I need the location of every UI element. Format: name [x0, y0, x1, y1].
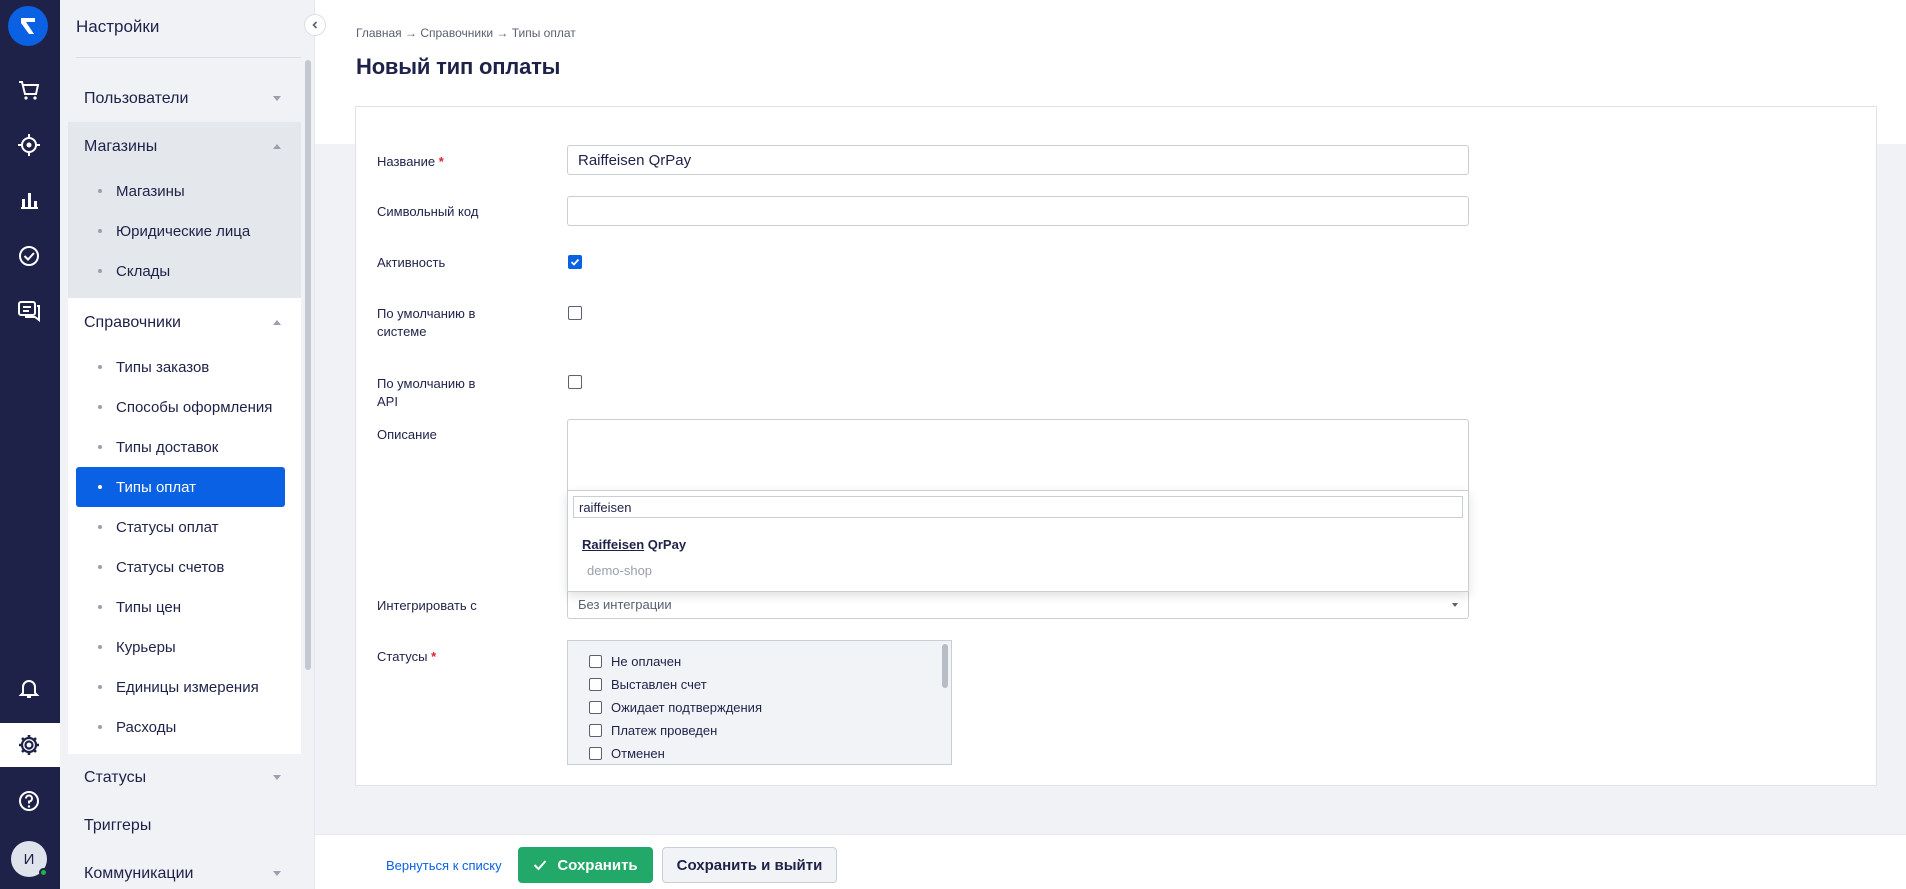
section-communications[interactable]: Коммуникации: [76, 850, 301, 889]
help-icon[interactable]: [12, 784, 46, 818]
code-field[interactable]: [567, 196, 1469, 226]
settings-sidebar: Настройки Пользователи Магазины Магазины…: [60, 0, 315, 889]
default-api-label: По умолчанию в API: [377, 376, 476, 409]
integrate-label: Интегрировать с: [377, 598, 477, 613]
integrate-select[interactable]: Без интеграции: [567, 589, 1469, 619]
sidebar-item-units[interactable]: Единицы измерения: [76, 667, 285, 707]
divider: [76, 57, 301, 58]
status-option[interactable]: Отменен: [589, 743, 665, 763]
active-label: Активность: [377, 255, 446, 270]
sidebar-item-expenses[interactable]: Расходы: [76, 707, 285, 747]
chevron-down-icon: [273, 96, 281, 101]
status-option[interactable]: Платеж проведен: [589, 720, 717, 740]
statuses-scrollbar[interactable]: [942, 644, 948, 688]
sidebar-item-couriers[interactable]: Курьеры: [76, 627, 285, 667]
name-field[interactable]: [567, 145, 1469, 175]
sidebar-item-price-types[interactable]: Типы цен: [76, 587, 285, 627]
sidebar-item-checkout-methods[interactable]: Способы оформления: [76, 387, 285, 427]
dropdown-group-label: demo-shop: [587, 563, 653, 578]
online-status-dot: [39, 868, 48, 877]
default-system-label: По умолчанию в системе: [377, 306, 476, 339]
form-card: Название * Символьный код Активность По …: [355, 106, 1877, 786]
name-label: Название *: [377, 154, 444, 169]
section-label: Коммуникации: [84, 865, 194, 882]
chevron-up-icon: [273, 144, 281, 149]
section-label: Статусы: [84, 769, 147, 786]
tasks-icon[interactable]: [12, 239, 46, 273]
chevron-down-icon: [273, 775, 281, 780]
gear-icon[interactable]: [12, 728, 46, 762]
description-field[interactable]: [567, 419, 1469, 499]
sidebar-item-shops[interactable]: Магазины: [76, 171, 285, 211]
status-option[interactable]: Выставлен счет: [589, 674, 707, 694]
chevron-left-icon: [312, 21, 318, 29]
checkmark-icon: [570, 258, 580, 266]
sidebar-item-payment-types[interactable]: Типы оплат: [76, 467, 285, 507]
avatar-initial: И: [23, 850, 35, 868]
checkbox: [589, 700, 602, 714]
icon-rail: И: [0, 0, 60, 889]
section-dictionaries[interactable]: Справочники: [76, 299, 301, 347]
integration-dropdown-panel: raiffeisen Raiffeisen QrPay demo-shop: [567, 490, 1469, 592]
statuses-list[interactable]: Не оплачен Выставлен счет Ожидает подтве…: [567, 640, 952, 765]
main-content: Главная → Справочники → Типы оплат Новый…: [315, 0, 1906, 889]
required-mark: *: [431, 649, 437, 664]
sidebar-item-delivery-types[interactable]: Типы доставок: [76, 427, 285, 467]
default-system-checkbox[interactable]: [568, 306, 582, 320]
description-label: Описание: [377, 427, 437, 442]
dropdown-search-input[interactable]: raiffeisen: [573, 496, 1463, 518]
section-users[interactable]: Пользователи: [76, 75, 301, 123]
page-title: Новый тип оплаты: [356, 54, 561, 79]
checkbox: [589, 746, 602, 760]
cart-icon[interactable]: [12, 73, 46, 107]
section-label: Справочники: [84, 314, 181, 331]
save-button[interactable]: Сохранить: [518, 847, 653, 883]
analytics-icon[interactable]: [12, 183, 46, 217]
statuses-label: Статусы *: [377, 649, 437, 664]
logo-icon[interactable]: [8, 6, 48, 46]
chat-icon[interactable]: [12, 294, 46, 328]
chevron-up-icon: [273, 320, 281, 325]
select-value: Без интеграции: [578, 597, 672, 612]
required-mark: *: [438, 154, 444, 169]
section-label: Триггеры: [84, 817, 152, 834]
save-and-exit-button[interactable]: Сохранить и выйти: [662, 847, 837, 883]
checkbox: [589, 677, 602, 691]
sidebar-item-payment-statuses[interactable]: Статусы оплат: [76, 507, 285, 547]
action-bar: Вернуться к списку Сохранить Сохранить и…: [315, 834, 1906, 889]
section-shops[interactable]: Магазины: [76, 123, 301, 171]
section-triggers[interactable]: Триггеры: [76, 802, 301, 850]
code-label: Символьный код: [377, 204, 479, 219]
target-icon[interactable]: [12, 128, 46, 162]
dropdown-option[interactable]: Raiffeisen QrPay: [582, 537, 686, 552]
checkbox: [589, 654, 602, 668]
sidebar-item-order-types[interactable]: Типы заказов: [76, 347, 285, 387]
default-api-checkbox[interactable]: [568, 375, 582, 389]
active-checkbox[interactable]: [568, 255, 582, 269]
bell-icon[interactable]: [12, 671, 46, 705]
status-option[interactable]: Ожидает подтверждения: [589, 697, 762, 717]
sidebar-item-legal-entities[interactable]: Юридические лица: [76, 211, 285, 251]
chevron-down-icon: [273, 871, 281, 876]
sidebar-scrollbar[interactable]: [305, 60, 311, 670]
section-label: Магазины: [84, 138, 158, 155]
avatar[interactable]: И: [11, 841, 48, 877]
checkbox: [589, 723, 602, 737]
sidebar-title: Настройки: [76, 17, 160, 36]
collapse-sidebar-button[interactable]: [304, 14, 326, 36]
section-label: Пользователи: [84, 90, 189, 107]
section-statuses[interactable]: Статусы: [76, 754, 301, 802]
check-icon: [534, 860, 547, 871]
status-option[interactable]: Не оплачен: [589, 651, 681, 671]
chevron-down-icon: [1452, 603, 1458, 607]
sidebar-item-invoice-statuses[interactable]: Статусы счетов: [76, 547, 285, 587]
back-to-list-link[interactable]: Вернуться к списку: [386, 858, 502, 873]
sidebar-item-warehouses[interactable]: Склады: [76, 251, 285, 291]
breadcrumb[interactable]: Главная → Справочники → Типы оплат: [356, 26, 576, 40]
